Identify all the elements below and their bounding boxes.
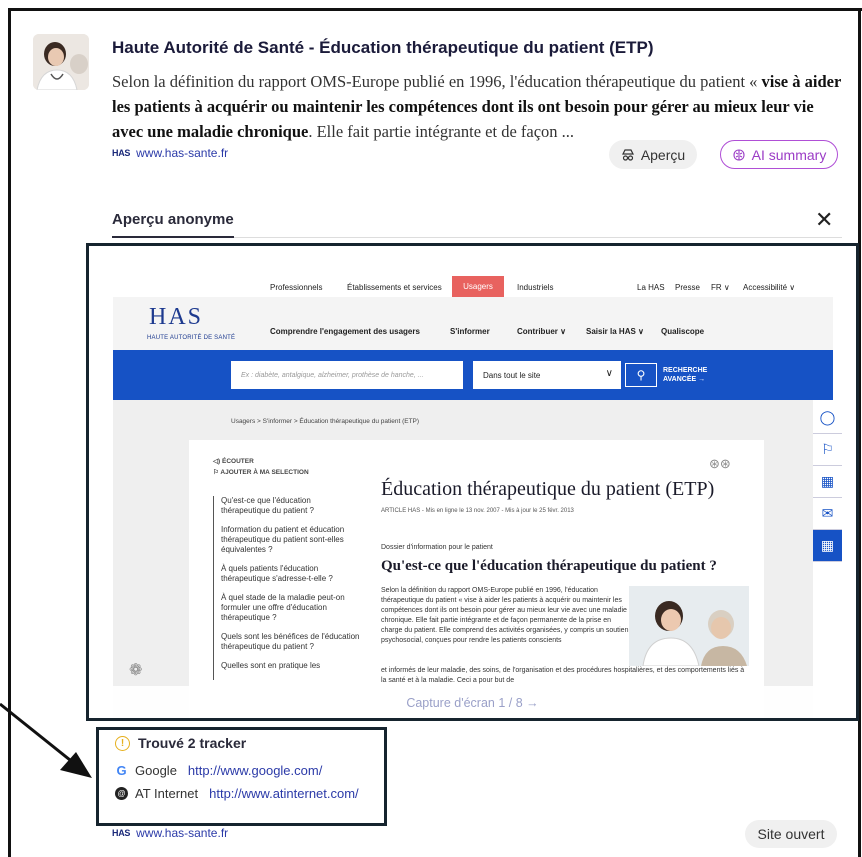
has-header-bg — [113, 297, 833, 350]
has-article-body-continued: et informés de leur maladie, des soins, … — [381, 667, 745, 684]
has-article-dossier: Dossier d'information pour le patient — [381, 544, 493, 551]
ai-summary-button[interactable]: AI summary — [720, 140, 838, 169]
tracker-title: ! Trouvé 2 tracker — [115, 735, 246, 751]
topnav-presse: Presse — [675, 283, 700, 292]
chevron-down-icon: ∨ — [605, 368, 613, 379]
google-icon: G — [116, 763, 127, 778]
has-article-body: Selon la définition du rapport OMS-Europ… — [381, 587, 629, 644]
adv-search-line2: AVANCÉE → — [663, 376, 706, 383]
toc-item: Quelles sont en pratique les — [221, 661, 321, 670]
tracker-url-link[interactable]: http://www.google.com/ — [188, 763, 322, 778]
ajouter-label: ⚐ AJOUTER À MA SELECTION — [213, 467, 309, 478]
result-site[interactable]: HAS www.has-sante.fr — [112, 146, 228, 160]
mainnav-sinformer: S'informer — [450, 327, 490, 336]
share-icon: ⊛⊛ — [709, 456, 731, 471]
building-icon: ▦ — [813, 466, 842, 498]
adv-search-line1: RECHERCHE — [663, 367, 708, 374]
screenshot-pager[interactable]: Capture d'écran 1 / 8 → — [89, 696, 856, 710]
has-article-h2: Qu'est-ce que l'éducation thérapeutique … — [381, 558, 717, 574]
toc-item: Qu'est-ce que l'éducation thérapeutique … — [221, 496, 314, 515]
topnav-industriels: Industriels — [517, 283, 554, 292]
has-favicon-icon: HAS — [112, 828, 131, 838]
has-logo: HAS — [149, 304, 204, 330]
advanced-search-link: RECHERCHE AVANCÉE → — [663, 366, 707, 384]
open-site-button[interactable]: Site ouvert — [745, 820, 837, 848]
has-article-tools: ◁) ÉCOUTER ⚐ AJOUTER À MA SELECTION — [213, 456, 309, 478]
bookmark-small-icon: ⚐ — [213, 469, 219, 476]
at-internet-icon: @ — [115, 787, 128, 800]
tracker-title-text: Trouvé 2 tracker — [138, 735, 247, 751]
spy-icon — [621, 148, 634, 161]
preview-tab-anonymous[interactable]: Aperçu anonyme — [112, 211, 234, 228]
page-screenshot-preview[interactable]: Professionnels Établissements et service… — [86, 243, 859, 721]
ecouter-label: ◁) ÉCOUTER — [213, 456, 309, 467]
snippet-text: Selon la définition du rapport OMS-Europ… — [112, 72, 762, 91]
has-search-input: Ex : diabète, antalgique, alzheimer, pro… — [231, 361, 463, 389]
ajouter-text: AJOUTER À MA SELECTION — [220, 469, 309, 476]
topnav-la-has: La HAS — [637, 283, 665, 292]
result-thumbnail[interactable] — [33, 34, 89, 90]
has-toc: Qu'est-ce que l'éducation thérapeutique … — [213, 496, 361, 680]
ecouter-text: ÉCOUTER — [221, 458, 254, 465]
close-preview-icon[interactable]: ✕ — [815, 209, 833, 231]
has-logo-subtitle: HAUTE AUTORITÉ DE SANTÉ — [147, 335, 236, 341]
tracker-name: AT Internet — [135, 786, 199, 801]
toc-item: À quels patients l'éducation thérapeutiq… — [221, 564, 333, 583]
screenshot-content: Professionnels Établissements et service… — [89, 246, 856, 718]
has-article-meta: ARTICLE HAS - Mis en ligne le 13 nov. 20… — [381, 508, 574, 514]
doctor-patient-photo-icon — [629, 586, 749, 666]
result-title-link[interactable]: Haute Autorité de Santé - Éducation thér… — [112, 38, 654, 58]
mainnav-contribuer: Contribuer ∨ — [517, 327, 566, 336]
tracker-panel: ! Trouvé 2 tracker G Google http://www.g… — [96, 727, 387, 826]
frame-border-top — [8, 8, 862, 11]
tracker-url-link[interactable]: http://www.atinternet.com/ — [209, 786, 359, 801]
doctor-photo-icon — [33, 34, 89, 90]
snippet-text-end: . Elle fait partie intégrante et de faço… — [308, 122, 575, 141]
mail-icon: ✉ — [813, 498, 842, 530]
tracker-name: Google — [135, 763, 177, 778]
warning-icon: ! — [115, 735, 130, 751]
topnav-usagers-active: Usagers — [452, 276, 504, 297]
has-article-title: Éducation thérapeutique du patient (ETP) — [381, 478, 715, 500]
mainnav-comprendre: Comprendre l'engagement des usagers — [270, 327, 420, 336]
preview-tab-underline — [112, 236, 234, 238]
cookie-icon: ❁ — [129, 662, 143, 679]
annotation-arrow-icon — [0, 702, 92, 778]
ai-summary-label: AI summary — [751, 146, 827, 163]
toc-item: Quels sont les bénéfices de l'éducation … — [221, 632, 360, 651]
grid-menu-icon: ▦ — [813, 530, 842, 562]
search-icon: ⚲ — [625, 363, 657, 387]
result-site-url[interactable]: www.has-sante.fr — [136, 146, 228, 160]
footer-site-url[interactable]: www.has-sante.fr — [136, 826, 228, 840]
has-breadcrumb: Usagers > S'informer > Éducation thérape… — [231, 418, 420, 425]
mainnav-qualiscope: Qualiscope — [661, 327, 705, 336]
has-search-scope: Dans tout le site ∨ — [473, 361, 621, 389]
toc-item: Information du patient et éducation thér… — [221, 525, 345, 554]
search-scope-label: Dans tout le site — [483, 370, 541, 380]
speaker-icon: ◁) — [213, 458, 221, 465]
tracker-item-at-internet: @ AT Internet http://www.atinternet.com/ — [115, 786, 359, 801]
result-snippet: Selon la définition du rapport OMS-Europ… — [112, 69, 842, 144]
footer-site[interactable]: HAS www.has-sante.fr — [112, 826, 228, 840]
topnav-professionnels: Professionnels — [270, 283, 323, 292]
tracker-item-google: G Google http://www.google.com/ — [115, 763, 322, 778]
bookmark-icon: ⚐ — [813, 434, 842, 466]
has-article-photo — [629, 586, 749, 666]
mainnav-saisir: Saisir la HAS ∨ — [586, 327, 644, 336]
topnav-accessibilite: Accessibilité ∨ — [743, 283, 796, 292]
apercu-label: Aperçu — [640, 146, 686, 163]
apercu-button[interactable]: Aperçu — [609, 140, 697, 169]
user-icon: ◯ — [813, 402, 842, 434]
has-side-toolbar: ◯ ⚐ ▦ ✉ ▦ — [813, 402, 842, 562]
toc-item: À quel stade de la maladie peut-on formu… — [221, 593, 345, 622]
topnav-etablissements: Établissements et services — [347, 283, 442, 292]
has-favicon-icon: HAS — [112, 148, 131, 158]
topnav-language: FR ∨ — [711, 283, 730, 292]
brain-icon — [733, 148, 745, 161]
